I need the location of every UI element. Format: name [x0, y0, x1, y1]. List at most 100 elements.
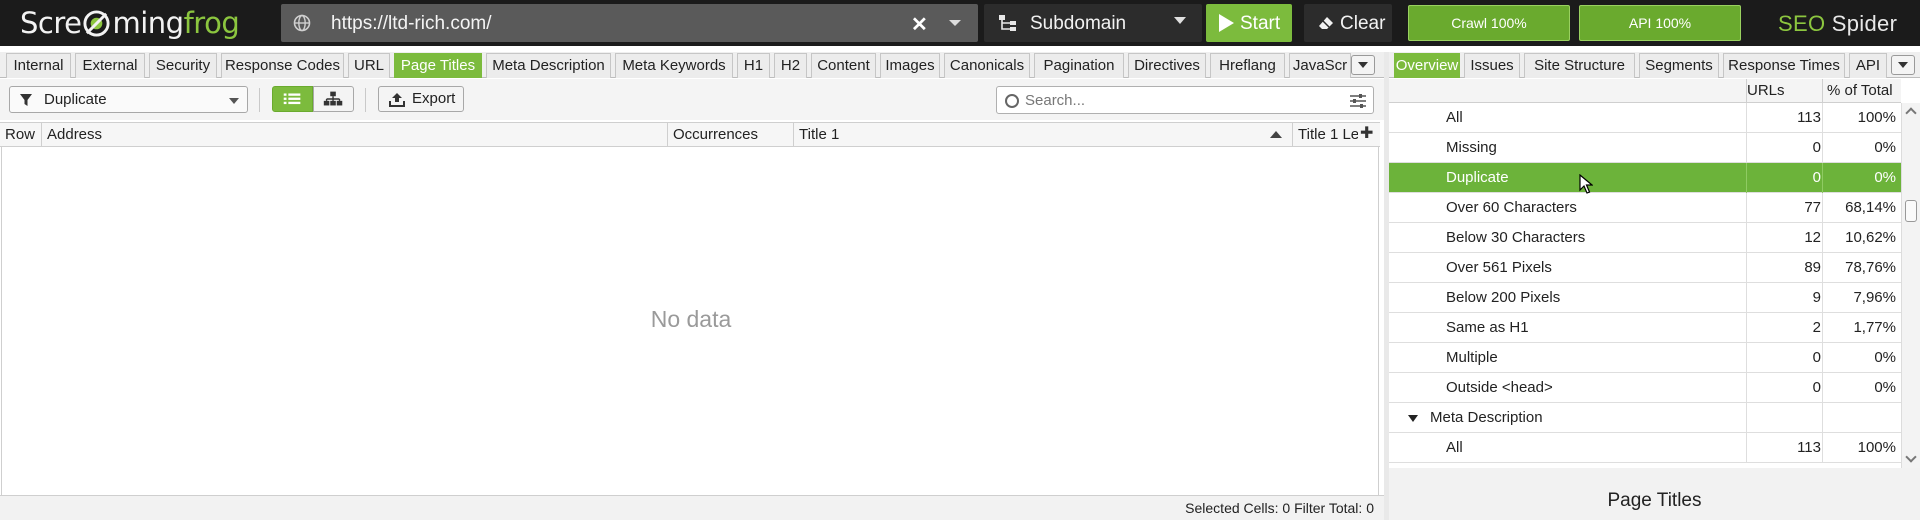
play-icon — [1219, 14, 1234, 32]
row-label: Duplicate — [1446, 169, 1509, 186]
cell-divider — [1746, 433, 1747, 463]
more-tabs-dropdown-icon[interactable] — [1351, 55, 1375, 75]
url-history-dropdown-icon[interactable] — [945, 13, 965, 33]
row-url-count: 2 — [1812, 319, 1821, 336]
tab-canonicals[interactable]: Canonicals — [944, 53, 1030, 78]
tab-security[interactable]: Security — [149, 53, 217, 78]
tab-content[interactable]: Content — [811, 53, 876, 78]
tab-h1[interactable]: H1 — [737, 53, 770, 78]
cell-divider — [1822, 223, 1823, 253]
column-header-title-1-length[interactable]: Title 1 Le — [1293, 123, 1358, 146]
overview-row-multiple[interactable]: Multiple 0 0% — [1389, 343, 1901, 373]
scrollbar-thumb[interactable] — [1905, 200, 1917, 222]
search-input[interactable] — [1025, 91, 1325, 109]
tab-pagination[interactable]: Pagination — [1034, 53, 1124, 78]
filter-dropdown[interactable]: Duplicate — [9, 86, 248, 113]
filter-value: Duplicate — [44, 91, 107, 108]
tab-external[interactable]: External — [75, 53, 145, 78]
crawl-progress-bar: Crawl 100% — [1408, 5, 1570, 41]
tab-response-times[interactable]: Response Times — [1723, 53, 1845, 78]
column-divider — [1822, 79, 1823, 103]
overview-row-outside-head[interactable]: Outside <head> 0 0% — [1389, 373, 1901, 403]
url-text[interactable]: https://ltd-rich.com/ — [331, 13, 492, 35]
tab-h2[interactable]: H2 — [774, 53, 807, 78]
cell-divider — [1822, 403, 1823, 433]
tab-issues[interactable]: Issues — [1464, 53, 1520, 78]
scroll-down-icon[interactable] — [1905, 451, 1917, 463]
row-percent: 100% — [1857, 439, 1896, 456]
overview-panel: URLs % of Total All 113 100% Missing 0 0… — [1389, 79, 1920, 468]
search-options-icon[interactable] — [1349, 93, 1367, 109]
chevron-down-icon — [1174, 17, 1186, 24]
more-tabs-dropdown-icon[interactable] — [1891, 55, 1915, 75]
detail-panel: Page Titles — [1389, 468, 1920, 520]
row-percent: 7,96% — [1853, 289, 1896, 306]
tab-hreflang[interactable]: Hreflang — [1210, 53, 1285, 78]
row-url-count: 9 — [1812, 289, 1821, 306]
tab-overview[interactable]: Overview — [1394, 53, 1460, 78]
overview-row-below-200-pixels[interactable]: Below 200 Pixels 9 7,96% — [1389, 283, 1901, 313]
overview-row-same-as-h1[interactable]: Same as H1 2 1,77% — [1389, 313, 1901, 343]
column-header-address[interactable]: Address — [42, 123, 668, 146]
eraser-icon — [1319, 17, 1333, 29]
overview-row-over-60-characters[interactable]: Over 60 Characters 77 68,14% — [1389, 193, 1901, 223]
overview-row-below-30-characters[interactable]: Below 30 Characters 12 10,62% — [1389, 223, 1901, 253]
cell-divider — [1746, 163, 1747, 193]
overview-row-duplicate[interactable]: Duplicate 0 0% — [1389, 163, 1901, 193]
tab-page-titles[interactable]: Page Titles — [394, 53, 482, 78]
column-header-row[interactable]: Row — [0, 123, 42, 146]
detail-panel-title: Page Titles — [1607, 490, 1702, 511]
clear-url-icon[interactable]: ✕ — [911, 12, 928, 37]
overview-row-meta-all[interactable]: All 113 100% — [1389, 433, 1901, 463]
url-input[interactable]: https://ltd-rich.com/ ✕ — [281, 4, 978, 42]
add-column-icon[interactable]: ✚ — [1360, 123, 1373, 145]
row-label: All — [1446, 109, 1463, 126]
tab-site-structure[interactable]: Site Structure — [1524, 53, 1635, 78]
column-header-occurrences[interactable]: Occurrences — [668, 123, 794, 146]
cell-divider — [1822, 163, 1823, 193]
overview-group-meta-description[interactable]: Meta Description — [1389, 403, 1901, 433]
cell-divider — [1746, 193, 1747, 223]
column-header-urls: URLs — [1747, 82, 1785, 99]
row-label: Below 200 Pixels — [1446, 289, 1561, 306]
frog-logo-icon — [83, 9, 111, 37]
start-button[interactable]: Start — [1206, 4, 1292, 42]
crawl-mode-dropdown[interactable]: Subdomain — [984, 4, 1202, 42]
tab-api[interactable]: API — [1849, 53, 1887, 78]
cell-divider — [1746, 223, 1747, 253]
logo-text-part3: frog — [183, 6, 240, 40]
row-url-count: 113 — [1797, 109, 1821, 126]
overview-row-over-561-pixels[interactable]: Over 561 Pixels 89 78,76% — [1389, 253, 1901, 283]
tree-view-button[interactable] — [313, 86, 354, 112]
tab-segments[interactable]: Segments — [1639, 53, 1719, 78]
tab-meta-description[interactable]: Meta Description — [486, 53, 611, 78]
tab-url[interactable]: URL — [348, 53, 390, 78]
tab-internal[interactable]: Internal — [6, 53, 71, 78]
toolbar-divider — [365, 88, 366, 112]
search-box[interactable] — [996, 86, 1374, 114]
crawl-mode-label: Subdomain — [1030, 13, 1127, 34]
scroll-up-icon[interactable] — [1905, 107, 1917, 119]
results-table: No data — [1, 147, 1379, 495]
cell-divider — [1746, 313, 1747, 343]
overview-row-all[interactable]: All 113 100% — [1389, 103, 1901, 133]
list-view-button[interactable] — [272, 86, 313, 112]
cell-divider — [1746, 103, 1747, 133]
clear-button[interactable]: Clear — [1304, 4, 1392, 42]
overview-scrollbar[interactable] — [1901, 103, 1920, 468]
cell-divider — [1822, 133, 1823, 163]
overview-row-missing[interactable]: Missing 0 0% — [1389, 133, 1901, 163]
selection-status: Selected Cells: 0 Filter Total: 0 — [1185, 500, 1374, 516]
column-header-title-1[interactable]: Title 1 — [794, 123, 1293, 146]
export-label: Export — [412, 90, 456, 107]
collapse-triangle-icon[interactable] — [1408, 415, 1418, 422]
tab-meta-keywords[interactable]: Meta Keywords — [615, 53, 733, 78]
export-button[interactable]: Export — [378, 86, 464, 112]
tab-directives[interactable]: Directives — [1128, 53, 1206, 78]
top-bar: Scre ming frog https://ltd-rich.com/ ✕ S… — [0, 0, 1920, 46]
tab-response-codes[interactable]: Response Codes — [221, 53, 344, 78]
row-percent: 100% — [1857, 109, 1896, 126]
cell-divider — [1746, 283, 1747, 313]
tab-images[interactable]: Images — [880, 53, 940, 78]
tab-javascript[interactable]: JavaScr — [1289, 53, 1351, 78]
